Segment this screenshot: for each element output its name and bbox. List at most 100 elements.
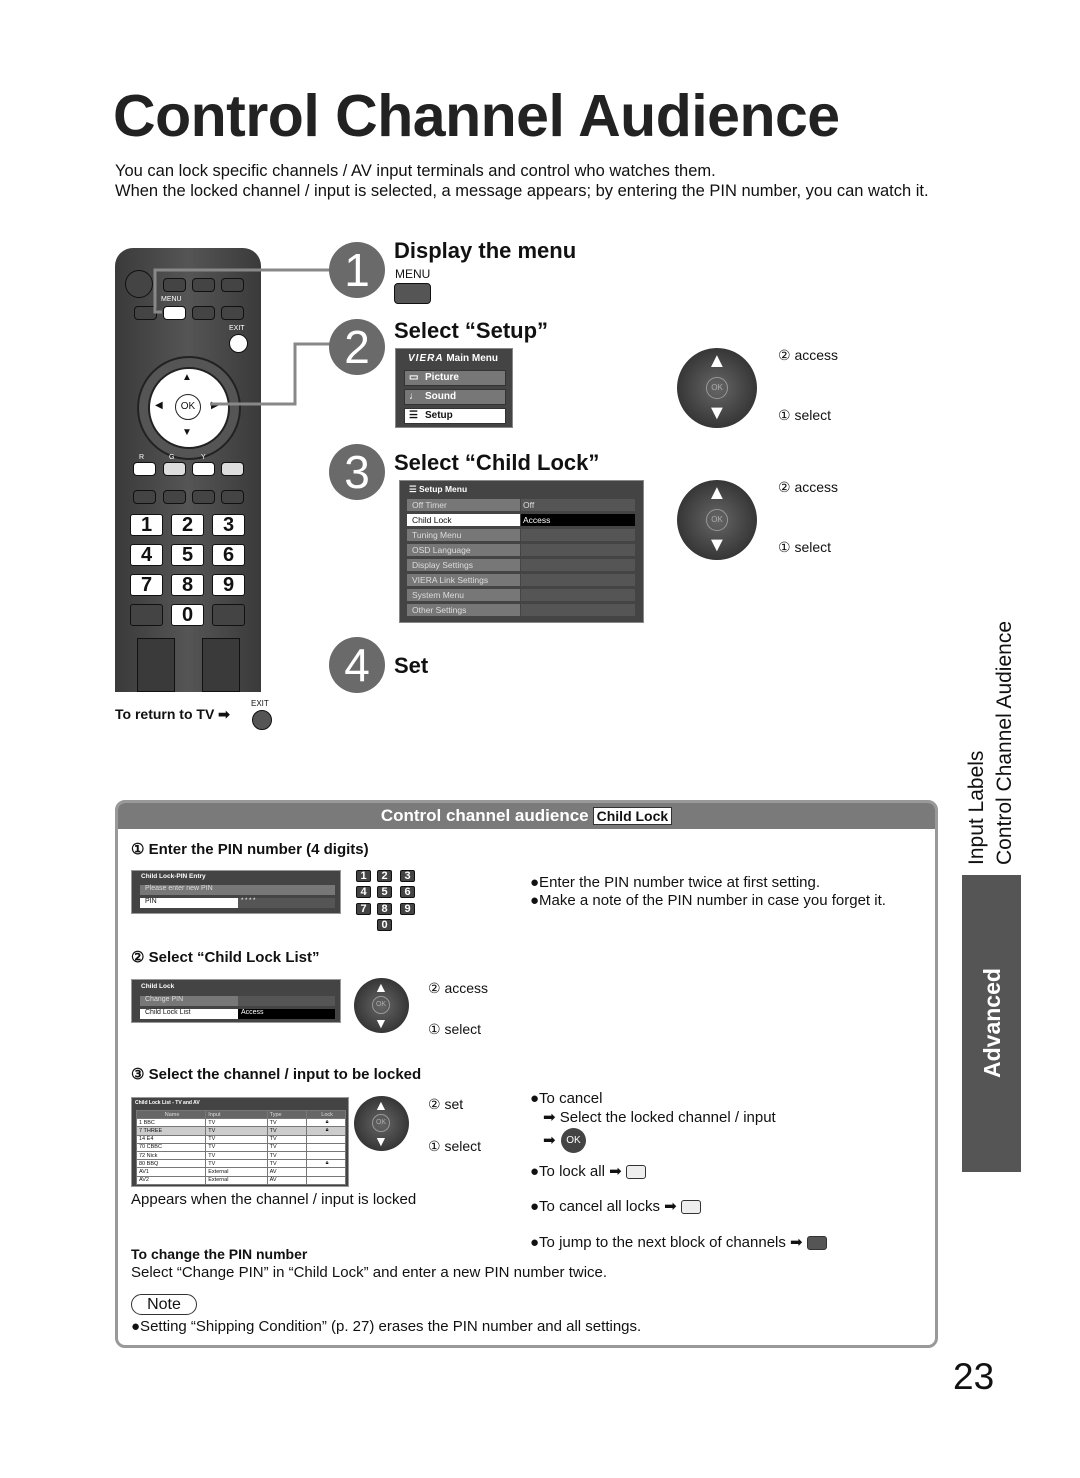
nav-pad-icon: ▲ ▼ OK xyxy=(354,1096,409,1151)
nav-pad-icon: ▲ ▼ OK xyxy=(354,978,409,1033)
setup-item-child-lock[interactable]: Child Lock Access xyxy=(407,514,635,526)
table-row[interactable]: 14 E4 TV TV xyxy=(135,1134,346,1144)
note-label: Note xyxy=(131,1294,197,1315)
digit-5[interactable]: 5 xyxy=(171,544,204,566)
page-number: 23 xyxy=(953,1356,995,1397)
table-cell: 14 E4 xyxy=(135,1134,207,1144)
digit-4[interactable]: 4 xyxy=(130,544,163,566)
table-cell: TV xyxy=(266,1134,308,1144)
setup-item[interactable]: Other Settings xyxy=(407,604,635,616)
table-cell: TV xyxy=(205,1118,268,1128)
column-header: Name xyxy=(135,1109,207,1120)
child-lock-tag: Child Lock xyxy=(592,807,673,825)
table-cell: 70 CBBC xyxy=(135,1142,207,1152)
column-header: Input xyxy=(205,1109,268,1120)
lock-cell xyxy=(306,1142,346,1152)
step-4-heading: Set xyxy=(394,653,429,678)
table-row[interactable]: 80 BBQ TV TV 🔒︎ xyxy=(135,1159,346,1169)
digit-0[interactable]: 0 xyxy=(171,604,204,626)
setup-item[interactable]: Off Timer Off xyxy=(407,499,635,511)
return-to-tv: To return to TV ➡ xyxy=(115,706,230,722)
step-2-badge: 2 xyxy=(329,319,385,375)
red-button-icon xyxy=(806,1236,827,1251)
ok-button-icon: OK xyxy=(561,1128,586,1153)
table-row[interactable]: 70 CBBC TV TV xyxy=(135,1142,346,1152)
yellow-button-icon xyxy=(680,1200,701,1215)
step-2-heading: Select “Setup” xyxy=(394,318,549,343)
column-header: Type xyxy=(266,1109,308,1120)
table-cell: AV2 xyxy=(135,1175,207,1185)
setup-item[interactable]: OSD Language xyxy=(407,544,635,556)
step-3-badge: 3 xyxy=(329,444,385,500)
lock-icon: 🔒︎ xyxy=(306,1126,346,1136)
table-cell: TV xyxy=(205,1142,268,1152)
pin-input[interactable]: * * * * xyxy=(238,898,335,908)
nav-pad-icon: ▲ ▼ OK xyxy=(677,480,757,560)
callout-lines xyxy=(153,268,340,406)
pin-entry-osd: Child Lock-PIN Entry Please enter new PI… xyxy=(131,870,341,914)
table-row[interactable]: AV2 External AV xyxy=(135,1175,346,1185)
digit-6[interactable]: 6 xyxy=(212,544,245,566)
child-lock-list-osd: Child Lock List - TV and AV Name Input Typ… xyxy=(131,1097,349,1187)
lock-icon: 🔒︎ xyxy=(306,1118,346,1128)
table-cell: AV1 xyxy=(135,1167,207,1177)
advanced-section-tab: Advanced xyxy=(962,875,1021,1172)
table-cell: TV xyxy=(205,1159,268,1169)
menu-item-sound[interactable]: ♩ Sound xyxy=(404,389,506,405)
step-1-heading: Display the menu xyxy=(394,238,577,263)
red-button[interactable] xyxy=(133,462,156,476)
step-4-badge: 4 xyxy=(329,637,385,693)
section-tab-input-labels[interactable]: Input Labels xyxy=(965,620,989,865)
setup-item[interactable]: System Menu xyxy=(407,589,635,601)
table-row[interactable]: 7 THREE TV TV 🔒︎ xyxy=(135,1126,346,1136)
lock-cell xyxy=(306,1167,346,1177)
menu-item-setup[interactable]: ☰ Setup xyxy=(404,408,506,424)
digit-1[interactable]: 1 xyxy=(130,514,163,536)
blue-button[interactable] xyxy=(221,462,244,476)
table-cell: TV xyxy=(205,1134,268,1144)
section-tab-current[interactable]: Control Channel Audience xyxy=(993,620,1017,865)
table-cell: AV xyxy=(266,1167,308,1177)
page-title: Control Channel Audience xyxy=(113,83,840,149)
table-cell: 1 BBC xyxy=(135,1118,207,1128)
table-row[interactable]: 1 BBC TV TV 🔒︎ xyxy=(135,1118,346,1128)
setup-item[interactable]: VIERA Link Settings xyxy=(407,574,635,586)
digit-8[interactable]: 8 xyxy=(171,574,204,596)
main-menu-osd: VIERA Main Menu ▭ Picture ♩ Sound ☰ Setup xyxy=(395,348,513,428)
column-header: Lock xyxy=(306,1109,346,1120)
green-button[interactable] xyxy=(163,462,186,476)
table-cell: 80 BBQ xyxy=(135,1159,207,1169)
lock-cell xyxy=(306,1150,346,1161)
table-cell: 7 THREE xyxy=(135,1126,207,1136)
exit-button-icon xyxy=(252,710,272,730)
table-row[interactable]: 72 Nick TV TV xyxy=(135,1150,346,1161)
digit-9[interactable]: 9 xyxy=(212,574,245,596)
yellow-button[interactable] xyxy=(192,462,215,476)
table-cell: AV xyxy=(266,1175,308,1185)
digit-2[interactable]: 2 xyxy=(171,514,204,536)
table-row[interactable]: AV1 External AV xyxy=(135,1167,346,1177)
step-3-heading: Select “Child Lock” xyxy=(394,450,600,475)
menu-item-picture[interactable]: ▭ Picture xyxy=(404,370,506,386)
table-cell: TV xyxy=(266,1142,308,1152)
table-cell: 72 Nick xyxy=(135,1150,207,1161)
green-button-icon xyxy=(625,1165,646,1180)
menu-key-icon xyxy=(394,283,431,304)
child-lock-osd: Child Lock Change PIN Child Lock List Ac… xyxy=(131,979,341,1023)
nav-pad-icon: ▲ ▼ OK xyxy=(677,348,757,428)
table-cell: TV xyxy=(266,1126,308,1136)
lock-cell xyxy=(306,1134,346,1144)
setup-item[interactable]: Tuning Menu xyxy=(407,529,635,541)
lock-cell xyxy=(306,1175,346,1185)
table-cell: TV xyxy=(266,1150,308,1161)
digit-3[interactable]: 3 xyxy=(212,514,245,536)
setup-item[interactable]: Display Settings xyxy=(407,559,635,571)
table-cell: TV xyxy=(266,1159,308,1169)
digit-7[interactable]: 7 xyxy=(130,574,163,596)
table-cell: External xyxy=(205,1167,268,1177)
step-1-badge: 1 xyxy=(329,242,385,298)
table-cell: TV xyxy=(266,1118,308,1128)
setup-menu-osd: ☰ Setup Menu Off Timer Off Child Lock Acce… xyxy=(399,480,644,623)
child-lock-list-item[interactable]: Child Lock List xyxy=(140,1009,238,1019)
lock-icon: 🔒︎ xyxy=(306,1159,346,1169)
